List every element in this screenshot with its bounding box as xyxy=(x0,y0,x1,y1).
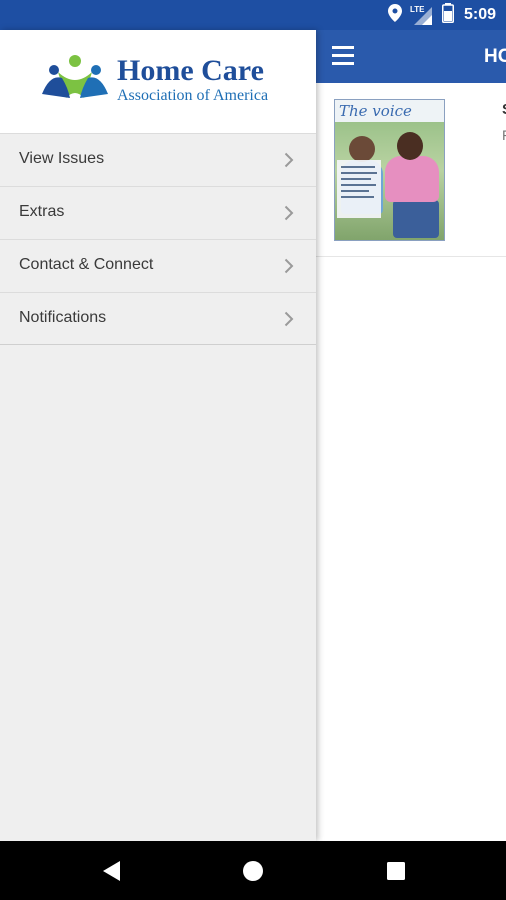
menu-item-extras[interactable]: Extras xyxy=(0,186,316,239)
back-icon xyxy=(103,860,120,881)
cover-figure xyxy=(349,136,375,162)
menu-item-view-issues[interactable]: View Issues xyxy=(0,133,316,186)
recents-icon xyxy=(387,861,405,880)
home-button[interactable] xyxy=(223,841,283,900)
app-bar: HC xyxy=(316,30,506,83)
issues-list: The voice S F xyxy=(316,83,506,841)
logo-main-text: Home Care xyxy=(117,54,264,87)
drawer-header: Home Care Association of America xyxy=(0,30,316,133)
signal-icon: LTE xyxy=(410,5,434,25)
cover-figure xyxy=(393,200,439,238)
cover-text-panel xyxy=(337,160,381,218)
status-bar: LTE 5:09 xyxy=(0,0,506,30)
menu-item-label: Notifications xyxy=(19,309,107,326)
home-icon xyxy=(243,860,263,881)
back-button[interactable] xyxy=(81,841,141,900)
battery-icon xyxy=(441,2,454,28)
system-nav-bar xyxy=(0,841,506,900)
drawer-menu: View Issues Extras Contact & Connect Not… xyxy=(0,133,316,345)
logo: Home Care Association of America xyxy=(117,56,268,105)
menu-item-notifications[interactable]: Notifications xyxy=(0,292,316,345)
menu-item-contact-connect[interactable]: Contact & Connect xyxy=(0,239,316,292)
recents-button[interactable] xyxy=(366,841,426,900)
issue-cover-image[interactable]: The voice xyxy=(334,99,445,241)
cover-figure xyxy=(385,156,439,202)
issue-title: S xyxy=(502,101,506,118)
issue-item[interactable]: The voice S F xyxy=(316,83,506,257)
chevron-right-icon xyxy=(284,152,294,168)
menu-item-label: Contact & Connect xyxy=(19,256,154,273)
app-title: HC xyxy=(484,46,506,67)
menu-item-label: View Issues xyxy=(19,150,105,167)
logo-icon xyxy=(40,54,110,102)
hamburger-menu-icon[interactable] xyxy=(332,46,354,66)
cover-figure xyxy=(397,132,423,160)
chevron-right-icon xyxy=(284,205,294,221)
cover-header: The voice xyxy=(335,100,444,122)
issue-subtitle: F xyxy=(502,127,506,143)
menu-item-label: Extras xyxy=(19,203,65,220)
navigation-drawer: Home Care Association of America View Is… xyxy=(0,30,316,841)
status-time: 5:09 xyxy=(463,6,496,23)
status-icons: LTE 5:09 xyxy=(387,0,496,30)
logo-sub-text: Association of America xyxy=(117,87,269,104)
chevron-right-icon xyxy=(284,311,294,327)
location-icon xyxy=(387,3,402,27)
cover-title: The voice xyxy=(339,102,412,120)
chevron-right-icon xyxy=(284,258,294,274)
network-label: LTE xyxy=(409,5,425,14)
